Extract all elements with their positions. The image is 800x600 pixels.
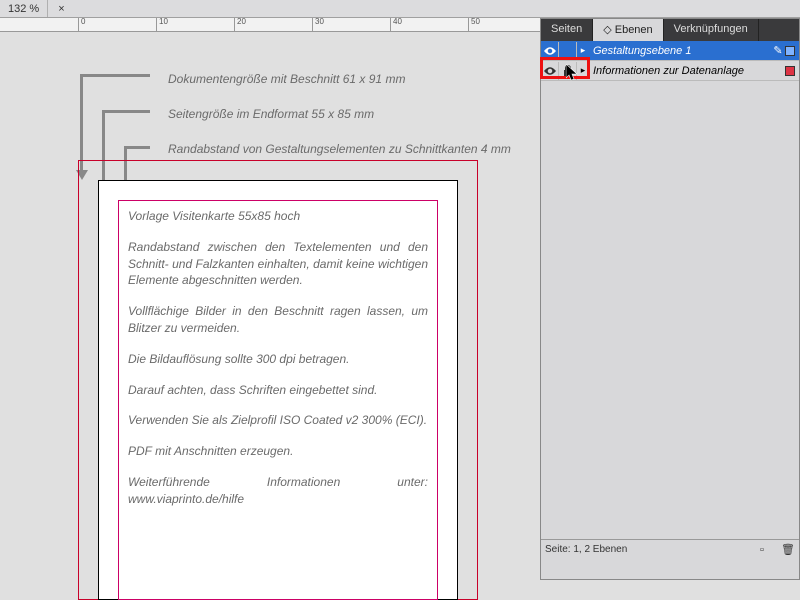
lock-toggle[interactable] xyxy=(559,42,577,60)
eye-icon xyxy=(544,66,556,76)
ruler-horizontal: 0 10 20 30 40 50 xyxy=(0,18,540,32)
layer-row[interactable]: ▸ Gestaltungsebene 1 ✎ xyxy=(541,41,799,61)
layer-row[interactable]: ▸ Informationen zur Datenanlage xyxy=(541,61,799,81)
layers-panel: Seiten ◇ Ebenen Verknüpfungen ▸ Gestaltu… xyxy=(540,18,800,580)
layer-name: Informationen zur Datenanlage xyxy=(589,65,785,77)
workspace: 0 10 20 30 40 50 Dokumentengröße mit Bes… xyxy=(0,18,540,600)
panel-footer: Seite: 1, 2 Ebenen ▫ 🗑 xyxy=(541,539,799,559)
zoom-bar: 132 % × xyxy=(0,0,800,18)
visibility-toggle[interactable] xyxy=(541,42,559,60)
template-paragraph: Vollflächige Bilder in den Beschnitt rag… xyxy=(128,303,428,337)
pen-icon: ✎ xyxy=(771,44,785,57)
ruler-tick: 20 xyxy=(234,18,235,31)
callout-bleed: Dokumentengröße mit Beschnitt 61 x 91 mm xyxy=(168,72,405,86)
lock-icon xyxy=(563,65,573,77)
template-title: Vorlage Visitenkarte 55x85 hoch xyxy=(128,208,428,225)
layer-count-status: Seite: 1, 2 Ebenen xyxy=(545,544,627,555)
template-paragraph: Verwenden Sie als Zielprofil ISO Coated … xyxy=(128,412,428,429)
visibility-toggle[interactable] xyxy=(541,62,559,80)
template-paragraph: Die Bildauflösung sollte 300 dpi betrage… xyxy=(128,351,428,368)
ruler-tick: 10 xyxy=(156,18,157,31)
zoom-level[interactable]: 132 % xyxy=(0,0,48,17)
layer-name: Gestaltungsebene 1 xyxy=(589,45,771,57)
tab-pages[interactable]: Seiten xyxy=(541,19,593,41)
template-paragraph: Darauf achten, dass Schriften eingebette… xyxy=(128,382,428,399)
ruler-tick: 30 xyxy=(312,18,313,31)
layer-color-swatch xyxy=(785,66,795,76)
callout-margin: Randabstand von Gestaltungselementen zu … xyxy=(168,142,511,156)
new-layer-icon[interactable]: ▫ xyxy=(755,543,769,557)
ruler-tick: 50 xyxy=(468,18,469,31)
template-paragraph: Weiterführende Informationen unter: www.… xyxy=(128,474,428,508)
lock-toggle[interactable] xyxy=(559,62,577,80)
template-text: Vorlage Visitenkarte 55x85 hoch Randabst… xyxy=(128,208,428,522)
tab-close-icon[interactable]: × xyxy=(48,3,74,15)
callout-trim: Seitengröße im Endformat 55 x 85 mm xyxy=(168,107,374,121)
layer-color-swatch xyxy=(785,46,795,56)
tab-links[interactable]: Verknüpfungen xyxy=(664,19,759,41)
document-stage[interactable]: Dokumentengröße mit Beschnitt 61 x 91 mm… xyxy=(0,32,540,600)
delete-layer-icon[interactable]: 🗑 xyxy=(781,543,795,557)
tab-layers[interactable]: ◇ Ebenen xyxy=(593,19,663,41)
ruler-tick: 40 xyxy=(390,18,391,31)
layers-symbol: ◇ xyxy=(603,24,611,36)
template-paragraph: PDF mit Anschnitten erzeugen. xyxy=(128,443,428,460)
ruler-tick: 0 xyxy=(78,18,79,31)
disclosure-triangle-icon[interactable]: ▸ xyxy=(577,65,589,76)
template-paragraph: Randabstand zwischen den Textelemen­ten … xyxy=(128,239,428,289)
panel-tabs: Seiten ◇ Ebenen Verknüpfungen xyxy=(541,19,799,41)
layers-list: ▸ Gestaltungsebene 1 ✎ ▸ Informationen z… xyxy=(541,41,799,539)
disclosure-triangle-icon[interactable]: ▸ xyxy=(577,45,589,56)
eye-icon xyxy=(544,46,556,56)
